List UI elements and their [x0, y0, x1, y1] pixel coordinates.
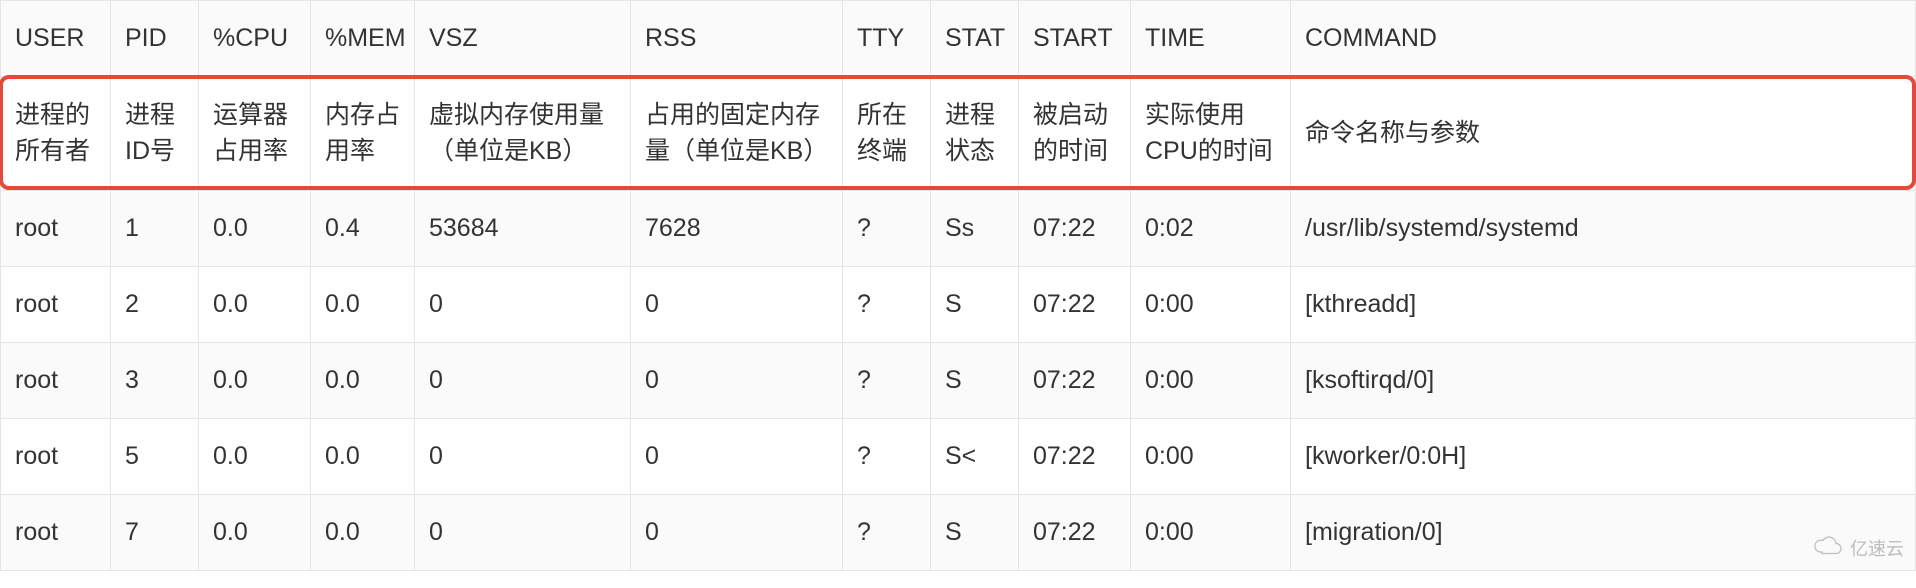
cell-user: root [1, 266, 111, 342]
cell-command: /usr/lib/systemd/systemd [1291, 190, 1916, 266]
col-header-command: COMMAND [1291, 1, 1916, 77]
col-desc-command: 命令名称与参数 [1291, 77, 1916, 191]
cell-stat: S [931, 342, 1019, 418]
cell-mem: 0.0 [311, 266, 415, 342]
cell-start: 07:22 [1019, 190, 1131, 266]
col-header-pid: PID [111, 1, 199, 77]
cell-cpu: 0.0 [199, 418, 311, 494]
cell-time: 0:00 [1131, 266, 1291, 342]
col-header-vsz: VSZ [415, 1, 631, 77]
cell-pid: 7 [111, 494, 199, 570]
col-desc-pid: 进程ID号 [111, 77, 199, 191]
cell-pid: 2 [111, 266, 199, 342]
table-row: root30.00.000?S07:220:00[ksoftirqd/0] [1, 342, 1916, 418]
cell-rss: 0 [631, 342, 843, 418]
cell-rss: 0 [631, 418, 843, 494]
cell-command: [migration/0] [1291, 494, 1916, 570]
cell-time: 0:02 [1131, 190, 1291, 266]
cell-command: [ksoftirqd/0] [1291, 342, 1916, 418]
cell-start: 07:22 [1019, 494, 1131, 570]
cell-cpu: 0.0 [199, 266, 311, 342]
cell-mem: 0.0 [311, 494, 415, 570]
cell-time: 0:00 [1131, 342, 1291, 418]
cell-stat: S [931, 266, 1019, 342]
cell-stat: S [931, 494, 1019, 570]
cell-vsz: 53684 [415, 190, 631, 266]
col-header-stat: STAT [931, 1, 1019, 77]
table-container: USERPID%CPU%MEMVSZRSSTTYSTATSTARTTIMECOM… [0, 0, 1916, 571]
cell-pid: 5 [111, 418, 199, 494]
cell-stat: S< [931, 418, 1019, 494]
header-row: USERPID%CPU%MEMVSZRSSTTYSTATSTARTTIMECOM… [1, 1, 1916, 77]
col-desc-vsz: 虚拟内存使用量（单位是KB） [415, 77, 631, 191]
col-desc-user: 进程的所有者 [1, 77, 111, 191]
cell-tty: ? [843, 342, 931, 418]
cell-vsz: 0 [415, 418, 631, 494]
cell-start: 07:22 [1019, 266, 1131, 342]
cell-mem: 0.4 [311, 190, 415, 266]
cell-tty: ? [843, 190, 931, 266]
col-header-tty: TTY [843, 1, 931, 77]
col-desc-tty: 所在终端 [843, 77, 931, 191]
cell-tty: ? [843, 266, 931, 342]
cell-tty: ? [843, 494, 931, 570]
cell-vsz: 0 [415, 266, 631, 342]
cell-pid: 3 [111, 342, 199, 418]
col-header-mem: %MEM [311, 1, 415, 77]
cell-cpu: 0.0 [199, 494, 311, 570]
table-row: root10.00.4536847628?Ss07:220:02/usr/lib… [1, 190, 1916, 266]
col-desc-stat: 进程状态 [931, 77, 1019, 191]
col-desc-rss: 占用的固定内存量（单位是KB） [631, 77, 843, 191]
cell-user: root [1, 494, 111, 570]
cell-command: [kworker/0:0H] [1291, 418, 1916, 494]
col-desc-cpu: 运算器占用率 [199, 77, 311, 191]
col-desc-start: 被启动的时间 [1019, 77, 1131, 191]
cell-vsz: 0 [415, 494, 631, 570]
cell-user: root [1, 418, 111, 494]
col-header-user: USER [1, 1, 111, 77]
cell-rss: 0 [631, 494, 843, 570]
col-header-cpu: %CPU [199, 1, 311, 77]
cell-stat: Ss [931, 190, 1019, 266]
col-header-rss: RSS [631, 1, 843, 77]
cell-command: [kthreadd] [1291, 266, 1916, 342]
col-header-start: START [1019, 1, 1131, 77]
cell-cpu: 0.0 [199, 342, 311, 418]
description-row: 进程的所有者进程ID号运算器占用率内存占用率虚拟内存使用量（单位是KB）占用的固… [1, 77, 1916, 191]
cell-tty: ? [843, 418, 931, 494]
cell-vsz: 0 [415, 342, 631, 418]
cell-mem: 0.0 [311, 342, 415, 418]
cell-user: root [1, 190, 111, 266]
cell-rss: 7628 [631, 190, 843, 266]
cell-time: 0:00 [1131, 494, 1291, 570]
cell-rss: 0 [631, 266, 843, 342]
table-row: root20.00.000?S07:220:00[kthreadd] [1, 266, 1916, 342]
col-desc-mem: 内存占用率 [311, 77, 415, 191]
cell-user: root [1, 342, 111, 418]
cell-start: 07:22 [1019, 342, 1131, 418]
cell-time: 0:00 [1131, 418, 1291, 494]
col-header-time: TIME [1131, 1, 1291, 77]
table-row: root50.00.000?S<07:220:00[kworker/0:0H] [1, 418, 1916, 494]
cell-cpu: 0.0 [199, 190, 311, 266]
table-row: root70.00.000?S07:220:00[migration/0] [1, 494, 1916, 570]
cell-mem: 0.0 [311, 418, 415, 494]
process-table: USERPID%CPU%MEMVSZRSSTTYSTATSTARTTIMECOM… [0, 0, 1916, 571]
cell-start: 07:22 [1019, 418, 1131, 494]
col-desc-time: 实际使用CPU的时间 [1131, 77, 1291, 191]
cell-pid: 1 [111, 190, 199, 266]
